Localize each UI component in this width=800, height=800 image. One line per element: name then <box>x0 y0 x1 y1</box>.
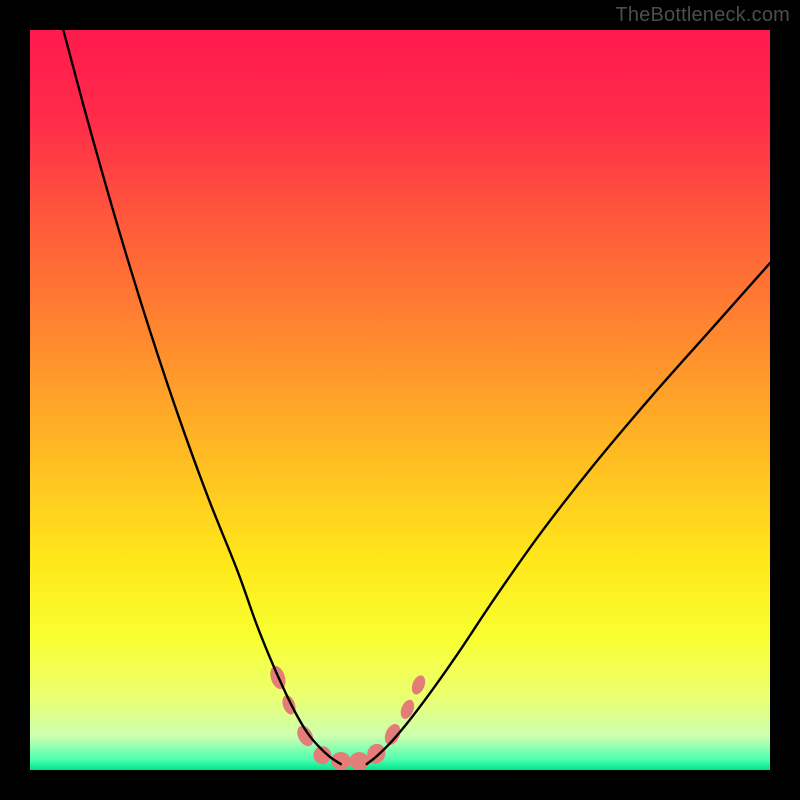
valley-blob <box>398 698 417 721</box>
curve-layer <box>30 30 770 770</box>
valley-marker <box>268 664 428 770</box>
watermark-text: TheBottleneck.com <box>615 4 790 27</box>
chart-frame: TheBottleneck.com <box>0 0 800 800</box>
curve-right-branch <box>367 263 770 764</box>
valley-blob <box>349 752 369 770</box>
valley-blob <box>294 723 317 749</box>
plot-area <box>30 30 770 770</box>
curve-left-branch <box>63 30 341 764</box>
valley-blob <box>409 673 428 696</box>
valley-blob <box>382 722 404 748</box>
